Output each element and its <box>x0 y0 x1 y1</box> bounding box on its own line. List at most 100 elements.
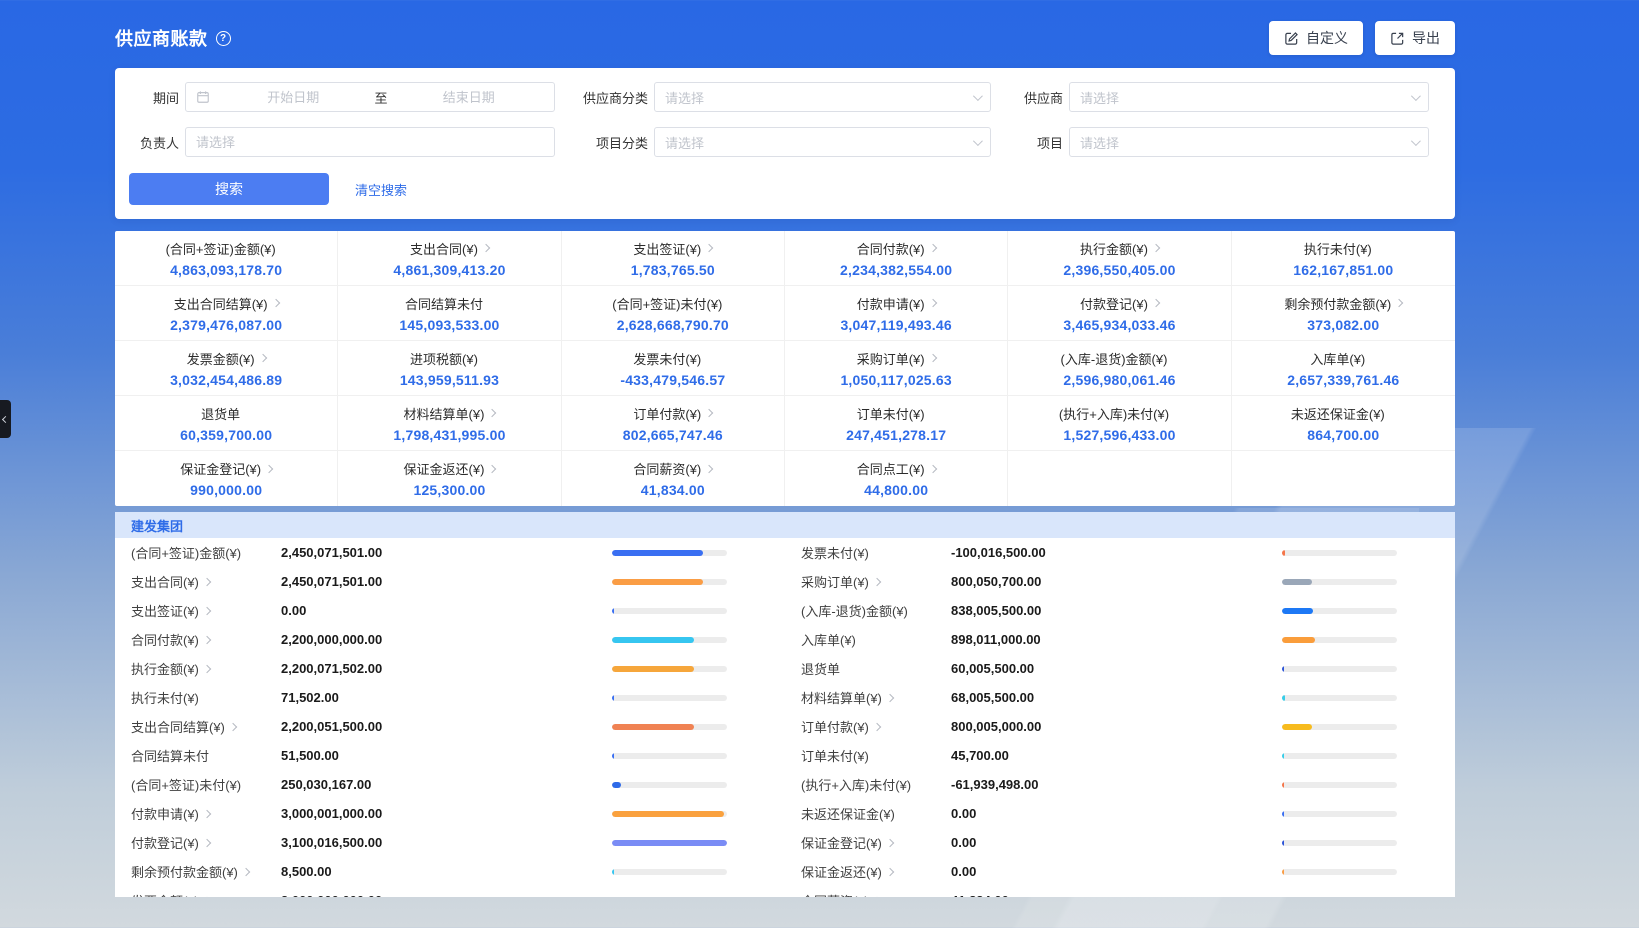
summary-cell-header <box>1114 474 1125 480</box>
summary-cell[interactable]: 订单付款(¥) 802,665,747.46 <box>562 396 785 451</box>
summary-cell[interactable]: 剩余预付款金额(¥) 373,082.00 <box>1232 286 1455 341</box>
metric-row[interactable]: 合同结算未付 51,500.00 <box>115 741 785 770</box>
metric-row[interactable]: 支出签证(¥) 0.00 <box>115 596 785 625</box>
chevron-right-icon <box>265 464 273 472</box>
side-panel-handle[interactable] <box>0 400 11 438</box>
end-date-input[interactable] <box>394 90 545 105</box>
summary-cell[interactable]: 材料结算单(¥) 1,798,431,995.00 <box>338 396 561 451</box>
chevron-right-icon <box>203 664 211 672</box>
project-category-select[interactable]: 请选择 <box>654 127 991 157</box>
summary-cell[interactable]: 支出合同(¥) 4,861,309,413.20 <box>338 231 561 286</box>
summary-cell[interactable]: 保证金登记(¥) 990,000.00 <box>115 451 338 506</box>
chevron-left-icon <box>2 415 9 422</box>
summary-cell[interactable]: 执行未付(¥) 162,167,851.00 <box>1232 231 1455 286</box>
summary-cell[interactable]: 执行金额(¥) 2,396,550,405.00 <box>1008 231 1231 286</box>
summary-cell[interactable]: (执行+入库)未付(¥) 1,527,596,433.00 <box>1008 396 1231 451</box>
metric-row[interactable]: (执行+入库)未付(¥) -61,939,498.00 <box>785 770 1455 799</box>
summary-cell-value: 802,665,747.46 <box>623 427 723 443</box>
summary-cell[interactable] <box>1232 451 1455 506</box>
help-icon[interactable]: ? <box>216 31 231 46</box>
search-button[interactable]: 搜索 <box>129 173 329 205</box>
export-button[interactable]: 导出 <box>1375 21 1455 55</box>
chevron-right-icon <box>488 409 496 417</box>
metric-row[interactable]: 保证金登记(¥) 0.00 <box>785 828 1455 857</box>
summary-cell-header: 未返还保证金(¥) <box>1291 404 1396 423</box>
summary-cell-header: 支出签证(¥) <box>633 239 712 258</box>
summary-cell-header: (合同+签证)金额(¥) <box>166 239 287 258</box>
metric-row[interactable]: 未返还保证金(¥) 0.00 <box>785 799 1455 828</box>
summary-cell[interactable]: 合同薪资(¥) 41,834.00 <box>562 451 785 506</box>
date-range-picker[interactable]: 至 <box>185 82 555 112</box>
summary-cell[interactable]: 合同付款(¥) 2,234,382,554.00 <box>785 231 1008 286</box>
summary-cell[interactable]: 发票金额(¥) 3,032,454,486.89 <box>115 341 338 396</box>
start-date-input[interactable] <box>218 90 369 105</box>
summary-cell[interactable]: 发票未付(¥) -433,479,546.57 <box>562 341 785 396</box>
metric-row[interactable]: 合同付款(¥) 2,200,000,000.00 <box>115 625 785 654</box>
metric-bar-fill <box>612 695 614 701</box>
metric-row[interactable]: 支出合同结算(¥) 2,200,051,500.00 <box>115 712 785 741</box>
summary-cell[interactable]: 合同结算未付 145,093,533.00 <box>338 286 561 341</box>
summary-cell-label: 采购订单(¥) <box>857 349 925 368</box>
metric-row[interactable]: (入库-退货)金额(¥) 838,005,500.00 <box>785 596 1455 625</box>
summary-cell-header: 支出合同结算(¥) <box>174 294 279 313</box>
metric-row[interactable]: (合同+签证)未付(¥) 250,030,167.00 <box>115 770 785 799</box>
metric-row[interactable]: (合同+签证)金额(¥) 2,450,071,501.00 <box>115 538 785 567</box>
summary-cell[interactable]: 退货单 60,359,700.00 <box>115 396 338 451</box>
summary-cell[interactable]: (合同+签证)未付(¥) 2,628,668,790.70 <box>562 286 785 341</box>
group-name[interactable]: 建发集团 <box>131 516 183 535</box>
metric-row[interactable]: 付款登记(¥) 3,100,016,500.00 <box>115 828 785 857</box>
summary-cell[interactable]: 支出签证(¥) 1,783,765.50 <box>562 231 785 286</box>
summary-cell-header: 付款登记(¥) <box>1080 294 1159 313</box>
summary-cell-value: 4,861,309,413.20 <box>393 262 505 278</box>
metric-row[interactable]: 支出合同(¥) 2,450,071,501.00 <box>115 567 785 596</box>
customize-button[interactable]: 自定义 <box>1269 21 1363 55</box>
metric-row[interactable]: 执行金额(¥) 2,200,071,502.00 <box>115 654 785 683</box>
metric-row[interactable]: 发票未付(¥) -100,016,500.00 <box>785 538 1455 567</box>
metric-row[interactable]: 退货单 60,005,500.00 <box>785 654 1455 683</box>
metric-bar-fill <box>612 753 614 759</box>
page-header: 供应商账款 ? 自定义 <box>115 0 1455 68</box>
summary-cell[interactable]: 未返还保证金(¥) 864,700.00 <box>1232 396 1455 451</box>
summary-cell[interactable]: 合同点工(¥) 44,800.00 <box>785 451 1008 506</box>
metric-bar-fill <box>612 550 703 556</box>
summary-cell-header: 合同薪资(¥) <box>633 459 712 478</box>
summary-cell[interactable]: 订单未付(¥) 247,451,278.17 <box>785 396 1008 451</box>
metric-row[interactable]: 合同薪资(¥) 41,834.00 <box>785 886 1455 897</box>
summary-cell-value: 4,863,093,178.70 <box>170 262 282 278</box>
summary-cell[interactable]: 保证金返还(¥) 125,300.00 <box>338 451 561 506</box>
owner-input[interactable] <box>196 135 544 150</box>
metric-row[interactable]: 执行未付(¥) 71,502.00 <box>115 683 785 712</box>
metric-row[interactable]: 采购订单(¥) 800,050,700.00 <box>785 567 1455 596</box>
metric-bar-fill <box>1282 724 1312 730</box>
metric-row[interactable]: 付款申请(¥) 3,000,001,000.00 <box>115 799 785 828</box>
metric-row[interactable]: 入库单(¥) 898,011,000.00 <box>785 625 1455 654</box>
owner-select[interactable] <box>185 127 555 157</box>
summary-cell[interactable]: 支出合同结算(¥) 2,379,476,087.00 <box>115 286 338 341</box>
metric-bar-track <box>612 782 727 788</box>
edit-icon <box>1284 31 1299 46</box>
summary-cell[interactable] <box>1008 451 1231 506</box>
summary-cell[interactable]: 进项税额(¥) 143,959,511.93 <box>338 341 561 396</box>
clear-search-link[interactable]: 清空搜索 <box>355 180 407 199</box>
metric-row[interactable]: 订单付款(¥) 800,005,000.00 <box>785 712 1455 741</box>
summary-cell[interactable]: (入库-退货)金额(¥) 2,596,980,061.46 <box>1008 341 1231 396</box>
supplier-select[interactable]: 请选择 <box>1069 82 1429 112</box>
metric-row[interactable]: 保证金返还(¥) 0.00 <box>785 857 1455 886</box>
summary-cell-header: (入库-退货)金额(¥) <box>1061 349 1179 368</box>
metric-row[interactable]: 材料结算单(¥) 68,005,500.00 <box>785 683 1455 712</box>
summary-cell[interactable]: 采购订单(¥) 1,050,117,025.63 <box>785 341 1008 396</box>
metric-row[interactable]: 订单未付(¥) 45,700.00 <box>785 741 1455 770</box>
metric-label-row: 剩余预付款金额(¥) <box>131 862 281 881</box>
summary-cell[interactable]: (合同+签证)金额(¥) 4,863,093,178.70 <box>115 231 338 286</box>
metric-row[interactable]: 发票金额(¥) 3,000,000,000.00 <box>115 886 785 897</box>
summary-cell[interactable]: 入库单(¥) 2,657,339,761.46 <box>1232 341 1455 396</box>
summary-cell[interactable]: 付款申请(¥) 3,047,119,493.46 <box>785 286 1008 341</box>
metric-label: 付款登记(¥) <box>131 833 199 852</box>
supplier-category-select[interactable]: 请选择 <box>654 82 991 112</box>
metric-value: 68,005,500.00 <box>951 690 1282 705</box>
project-select[interactable]: 请选择 <box>1069 127 1429 157</box>
chevron-right-icon <box>203 896 211 897</box>
metric-label-row: 合同薪资(¥) <box>801 891 951 897</box>
metric-row[interactable]: 剩余预付款金额(¥) 8,500.00 <box>115 857 785 886</box>
summary-cell[interactable]: 付款登记(¥) 3,465,934,033.46 <box>1008 286 1231 341</box>
